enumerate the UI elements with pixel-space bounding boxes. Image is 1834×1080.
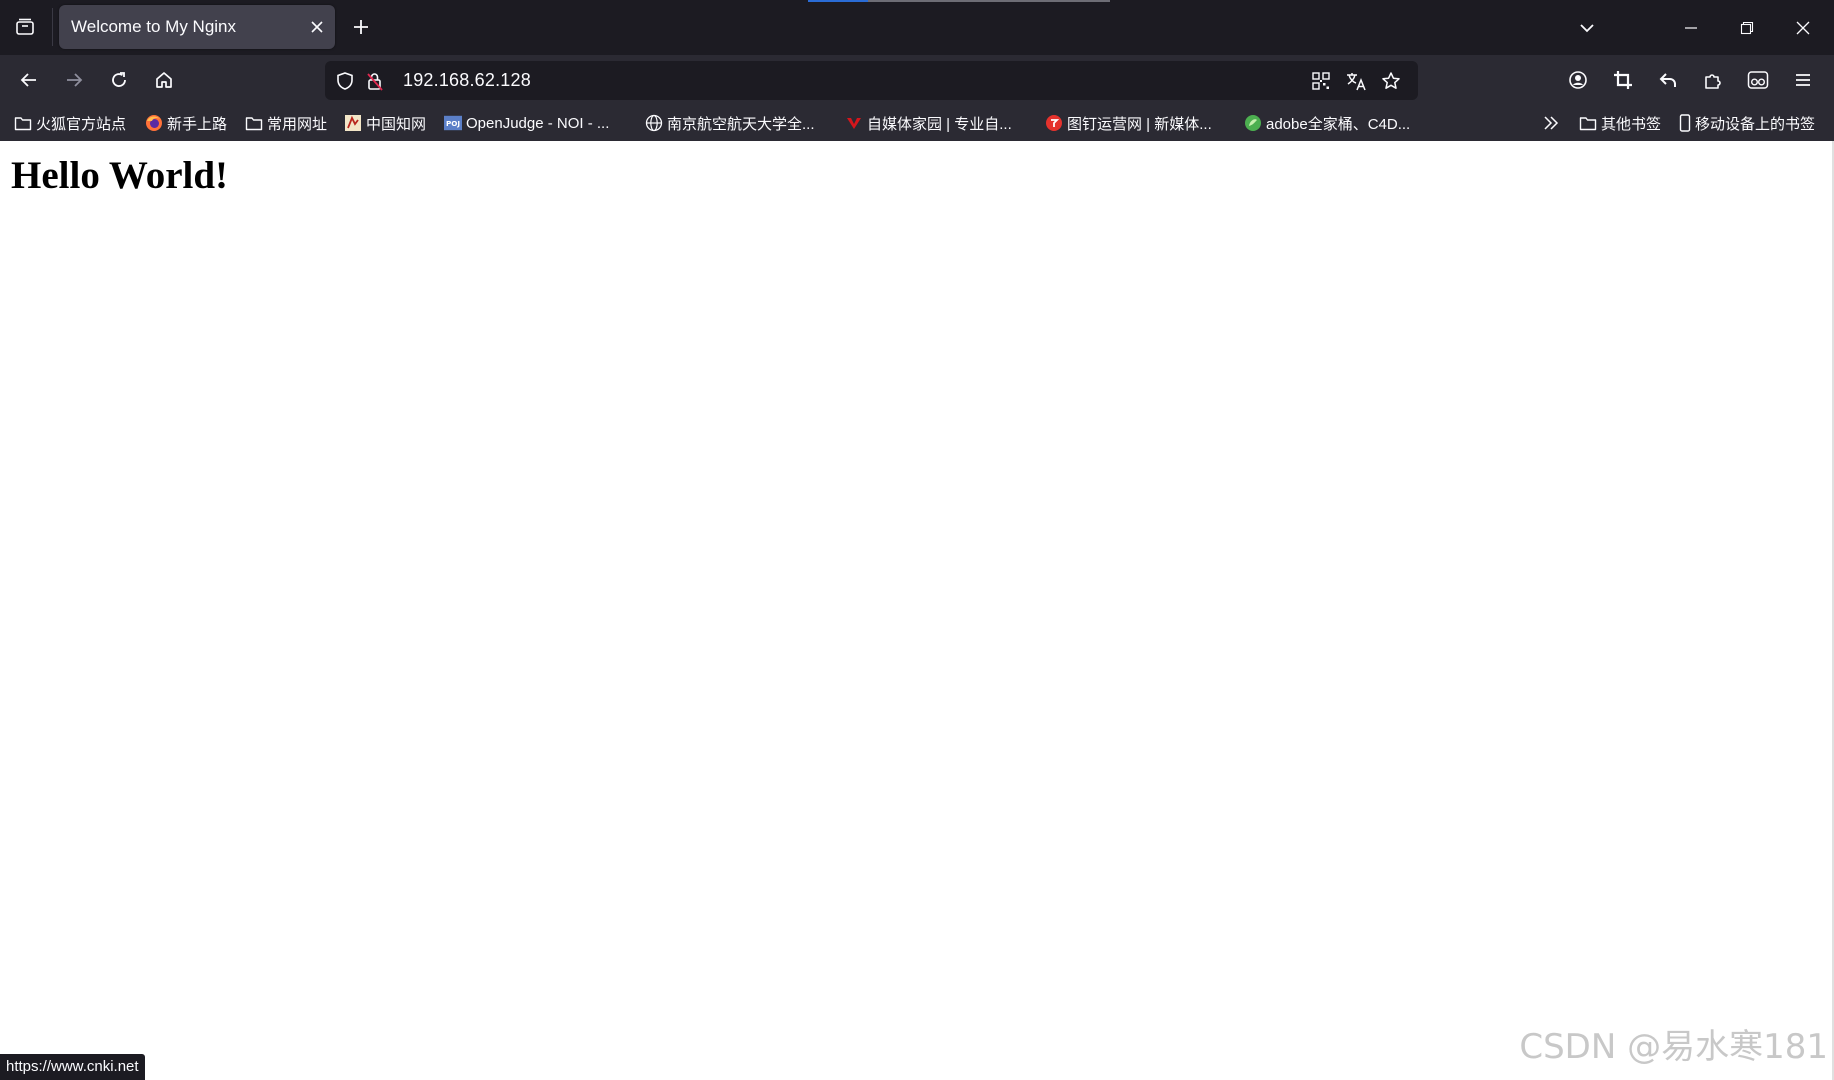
tuding-icon — [1045, 114, 1063, 132]
bookmark-label: 常用网址 — [267, 115, 328, 133]
bookmark-label: 新手上路 — [167, 115, 228, 133]
qr-code-button[interactable] — [1307, 67, 1335, 95]
bookmark-item[interactable]: 南京航空航天大学全... — [645, 105, 815, 141]
back-button[interactable] — [10, 61, 48, 99]
reload-icon — [109, 70, 129, 90]
bookmark-item[interactable]: 图钉运营网 | 新媒体... — [1045, 105, 1212, 141]
bookmark-label: adobe全家桶、C4D... — [1266, 115, 1411, 133]
forward-button[interactable] — [55, 61, 93, 99]
hamburger-menu-icon — [1793, 70, 1813, 90]
shield-icon — [335, 71, 355, 91]
bookmark-item[interactable]: 中国知网 — [344, 105, 426, 141]
bookmark-label: 其他书签 — [1601, 115, 1662, 133]
tab-close-button[interactable] — [305, 15, 329, 39]
tracking-protection-button[interactable] — [331, 67, 359, 95]
globe-icon — [645, 114, 663, 132]
qr-code-icon — [1311, 71, 1331, 91]
bookmark-item[interactable]: 火狐官方站点 — [14, 105, 126, 141]
undo-icon — [1658, 70, 1678, 90]
star-icon — [1381, 71, 1401, 91]
undo-close-button[interactable] — [1649, 61, 1687, 99]
bookmark-label: OpenJudge - NOI - ... — [466, 114, 610, 132]
page-heading: Hello World! — [11, 154, 229, 197]
close-window-icon — [1795, 20, 1811, 36]
tab-list-icon — [15, 17, 35, 37]
arrow-right-icon — [64, 70, 84, 90]
folder-icon — [245, 114, 263, 132]
folder-icon — [1579, 114, 1597, 132]
double-chevron-right-icon — [1542, 114, 1560, 132]
screenshot-button[interactable] — [1604, 61, 1642, 99]
bookmark-item[interactable]: 自媒体家园 | 专业自... — [845, 105, 1012, 141]
translate-button[interactable] — [1342, 67, 1370, 95]
url-text: 192.168.62.128 — [403, 70, 531, 90]
bookmark-label: 移动设备上的书签 — [1695, 115, 1816, 133]
tab-title: Welcome to My Nginx — [71, 17, 237, 36]
puzzle-icon — [1703, 70, 1723, 90]
bookmark-item[interactable]: POJ OpenJudge - NOI - ... — [444, 105, 609, 141]
restore-icon — [1740, 21, 1754, 35]
top-accent-bar — [808, 0, 1110, 2]
bookmark-item[interactable]: adobe全家桶、C4D... — [1244, 105, 1410, 141]
bookmark-label: 图钉运营网 | 新媒体... — [1067, 115, 1212, 133]
link-status-bar: https://www.cnki.net — [0, 1054, 145, 1080]
other-bookmarks-folder[interactable]: 其他书签 — [1579, 105, 1661, 141]
extensions-button[interactable] — [1694, 61, 1732, 99]
bookmark-label: 火狐官方站点 — [36, 115, 127, 133]
tab-list-button[interactable] — [10, 12, 40, 42]
bookmarks-toolbar: 火狐官方站点 新手上路 常用网址 中国知网 POJ OpenJudge - NO… — [0, 105, 1834, 141]
tab-separator — [52, 8, 53, 46]
reader-mode-button[interactable] — [1739, 61, 1777, 99]
folder-icon — [14, 114, 32, 132]
cnki-icon — [344, 114, 362, 132]
new-tab-button[interactable] — [346, 12, 376, 42]
account-icon — [1568, 70, 1588, 90]
address-bar[interactable]: 192.168.62.128 — [325, 61, 1418, 100]
top-accent-blue — [808, 0, 868, 2]
crop-icon — [1613, 70, 1633, 90]
restore-button[interactable] — [1719, 0, 1775, 55]
close-icon — [310, 20, 324, 34]
adobe-icon — [1244, 114, 1262, 132]
insecure-lock-icon — [365, 71, 385, 91]
minimize-icon — [1684, 21, 1698, 35]
glasses-icon — [1747, 70, 1769, 90]
list-all-tabs-button[interactable] — [1559, 0, 1615, 55]
bookmark-item[interactable]: 新手上路 — [145, 105, 227, 141]
zmt-icon — [845, 114, 863, 132]
chevron-down-icon — [1578, 19, 1596, 37]
more-bookmarks-button[interactable] — [1542, 105, 1560, 141]
poj-icon: POJ — [444, 114, 462, 132]
page-content: Hello World! https://www.cnki.net CSDN @… — [0, 141, 1834, 1080]
account-button[interactable] — [1559, 61, 1597, 99]
mobile-bookmarks-folder[interactable]: 移动设备上的书签 — [1679, 105, 1815, 141]
arrow-left-icon — [19, 70, 39, 90]
app-menu-button[interactable] — [1784, 61, 1822, 99]
browser-chrome: Welcome to My Nginx 192.168.62.128 火狐官方站… — [0, 0, 1834, 141]
site-info-button[interactable] — [361, 67, 389, 95]
translate-icon — [1345, 70, 1367, 92]
home-icon — [154, 70, 174, 90]
plus-icon — [352, 18, 370, 36]
title-bar: Welcome to My Nginx — [0, 0, 1834, 55]
svg-text:POJ: POJ — [446, 119, 460, 128]
home-button[interactable] — [145, 61, 183, 99]
bookmark-item[interactable]: 常用网址 — [245, 105, 327, 141]
reload-button[interactable] — [100, 61, 138, 99]
mobile-icon — [1679, 114, 1691, 132]
watermark: CSDN @易水寒181 — [1519, 1027, 1828, 1067]
bookmark-star-button[interactable] — [1377, 67, 1405, 95]
close-window-button[interactable] — [1775, 0, 1831, 55]
bookmark-label: 自媒体家园 | 专业自... — [867, 115, 1012, 133]
minimize-button[interactable] — [1663, 0, 1719, 55]
active-tab[interactable]: Welcome to My Nginx — [59, 5, 335, 49]
bookmark-label: 中国知网 — [366, 115, 427, 133]
navigation-toolbar: 192.168.62.128 — [0, 55, 1834, 105]
firefox-icon — [145, 114, 163, 132]
bookmark-label: 南京航空航天大学全... — [667, 115, 815, 133]
